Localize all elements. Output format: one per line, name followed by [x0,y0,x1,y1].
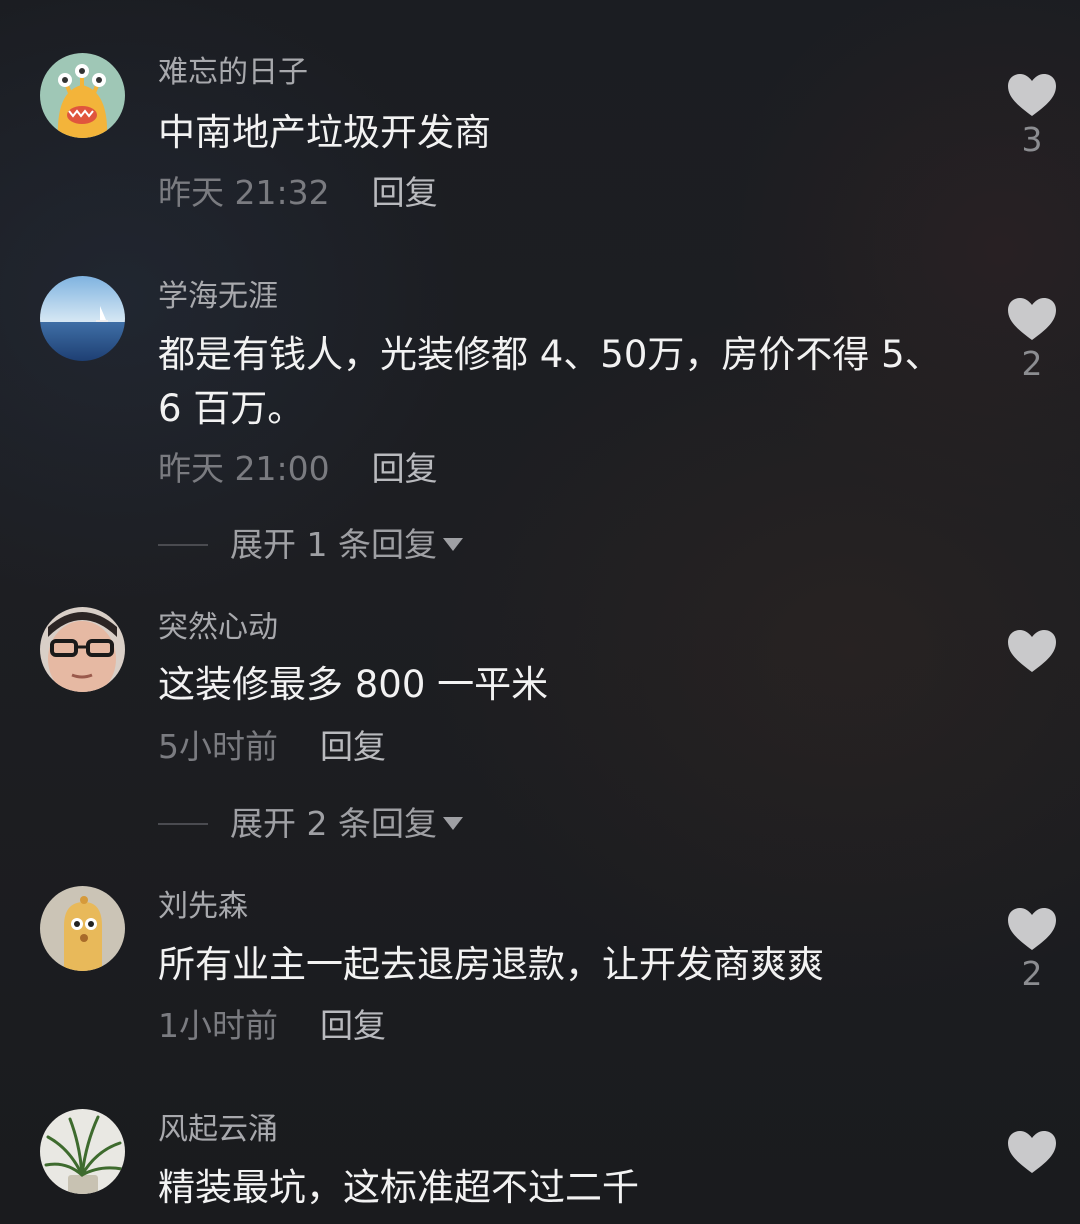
username[interactable]: 刘先森 [158,892,248,922]
divider-line [158,822,208,825]
expand-replies-label: 展开 1 条回复 [230,525,437,564]
comment-text: 都是有钱人，光装修都 4、50万，房价不得 5、6 百万。 [158,333,942,430]
comment-time: 1小时前 [158,1006,278,1045]
divider-line [158,543,208,546]
expand-replies-label: 展开 2 条回复 [230,804,437,843]
comment-meta: 昨天 21:00 回复 [158,452,438,485]
comment-meta: 1小时前 回复 [158,1009,386,1042]
comment-text: 中南地产垃圾开发商 [158,111,491,154]
avatar[interactable] [40,1109,125,1194]
expand-replies-button[interactable]: 展开 1 条回复 [158,528,463,561]
comment-meta: 5小时前 回复 [158,730,386,763]
heart-icon [1008,298,1056,340]
avatar[interactable] [40,886,125,971]
avatar[interactable] [40,276,125,361]
plant-avatar-icon [40,1109,125,1194]
heart-icon [1008,908,1056,950]
heart-icon [1008,74,1056,116]
avatar[interactable] [40,607,125,692]
like-button[interactable]: 3 [1006,73,1058,156]
heart-icon [1008,630,1056,672]
cartoon-sausage-avatar-icon [40,886,125,971]
like-button[interactable] [1006,629,1058,679]
comment-text: 这装修最多 800 一平米 [158,663,549,706]
comment-time: 昨天 21:00 [158,449,330,488]
username[interactable]: 风起云涌 [158,1115,278,1145]
like-button[interactable]: 2 [1006,297,1058,380]
username[interactable]: 学海无涯 [158,282,278,312]
like-button[interactable] [1006,1130,1058,1174]
like-button[interactable]: 2 [1006,907,1058,990]
comment-time: 5小时前 [158,727,278,766]
sea-sailboat-avatar-icon [40,276,125,361]
heart-icon [1008,1131,1056,1173]
comment-text: 精装最坑，这标准超不过二千 [158,1166,639,1209]
man-glasses-avatar-icon [40,607,125,692]
caret-down-icon [442,538,463,551]
username[interactable]: 突然心动 [158,613,278,643]
reply-button[interactable]: 回复 [372,173,438,212]
avatar[interactable] [40,53,125,138]
yellow-monster-avatar-icon [40,53,125,138]
like-count: 2 [1021,954,1043,993]
username[interactable]: 难忘的日子 [158,58,308,88]
reply-button[interactable]: 回复 [372,449,438,488]
caret-down-icon [442,817,463,830]
expand-replies-button[interactable]: 展开 2 条回复 [158,807,463,840]
reply-button[interactable]: 回复 [320,1006,386,1045]
comment-meta: 昨天 21:32 回复 [158,176,438,209]
comment-time: 昨天 21:32 [158,173,330,212]
reply-button[interactable]: 回复 [320,727,386,766]
comment-text: 所有业主一起去退房退款，让开发商爽爽 [158,943,824,986]
like-count: 2 [1021,344,1043,383]
like-count: 3 [1021,120,1043,159]
